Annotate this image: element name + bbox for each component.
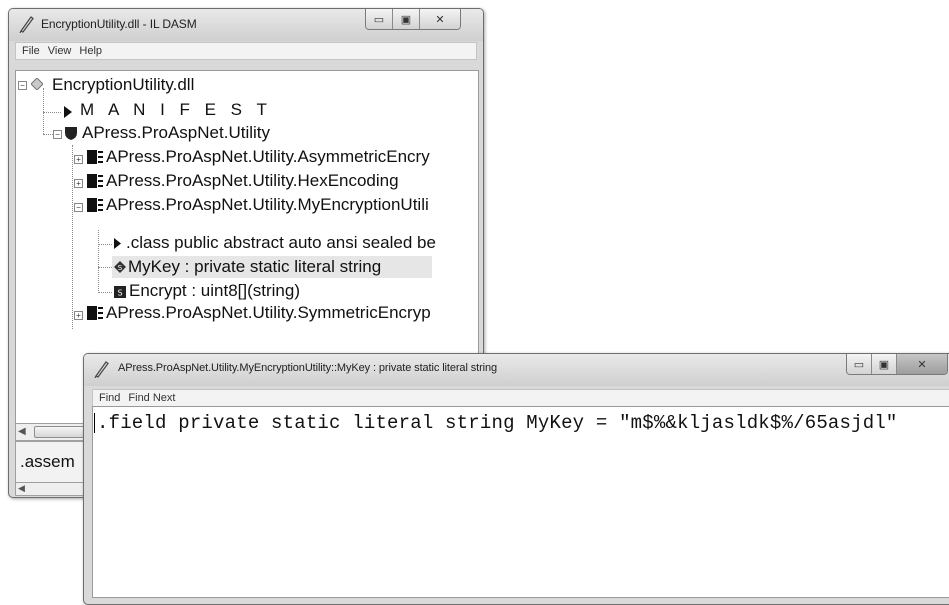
minimize-button[interactable]: ▭ (366, 9, 392, 29)
minimize-icon: ▭ (373, 13, 385, 26)
menu-view[interactable]: View (48, 45, 72, 57)
close-button[interactable]: ✕ (419, 9, 460, 29)
svg-text:S: S (118, 264, 123, 272)
maximize-icon: ▣ (400, 13, 412, 26)
pen-icon (94, 361, 109, 378)
minimize-button[interactable]: ▭ (847, 354, 871, 374)
menu-bar: Find Find Next (92, 389, 949, 407)
maximize-button[interactable]: ▣ (871, 354, 896, 374)
il-code-line: .field private static literal string MyK… (97, 412, 898, 434)
static-field-icon: S (114, 261, 126, 273)
menu-file[interactable]: File (22, 45, 40, 57)
expand-toggle[interactable]: + (74, 311, 83, 320)
scroll-left-icon[interactable]: ◀ (18, 483, 25, 494)
triangle-right-icon (64, 106, 72, 118)
expand-toggle[interactable]: + (74, 155, 83, 164)
tree-line (43, 112, 61, 113)
collapse-toggle[interactable]: − (74, 203, 83, 212)
menu-bar: File View Help (15, 42, 477, 60)
disassembly-window: APress.ProAspNet.Utility.MyEncryptionUti… (83, 353, 949, 605)
menu-find[interactable]: Find (99, 392, 120, 404)
code-view[interactable]: .field private static literal string MyK… (92, 406, 949, 598)
tree-line (98, 267, 112, 268)
tree-line (98, 244, 112, 245)
tree-line (43, 88, 44, 134)
tree-line (98, 230, 99, 293)
menu-help[interactable]: Help (79, 45, 102, 57)
close-button[interactable]: ✕ (896, 354, 947, 374)
scroll-left-icon[interactable]: ◀ (18, 426, 26, 437)
window-title: EncryptionUtility.dll - IL DASM (41, 17, 197, 31)
assembly-diamond-icon (31, 78, 43, 90)
close-icon: ✕ (917, 358, 927, 371)
tree-line (98, 292, 112, 293)
close-icon: ✕ (435, 13, 445, 26)
title-bar[interactable]: APress.ProAspNet.Utility.MyEncryptionUti… (84, 354, 949, 386)
maximize-button[interactable]: ▣ (392, 9, 419, 29)
maximize-icon: ▣ (878, 358, 890, 371)
svg-text:S: S (117, 289, 122, 298)
class-icon (87, 198, 103, 212)
tree-node-field-mykey[interactable]: S MyKey : private static literal string (112, 256, 432, 278)
static-method-icon: S (114, 286, 126, 298)
minimize-icon: ▭ (853, 358, 865, 371)
class-icon (87, 174, 103, 188)
collapse-toggle[interactable]: − (18, 81, 27, 90)
menu-find-next[interactable]: Find Next (128, 392, 175, 404)
pen-icon (19, 16, 34, 33)
class-icon (87, 306, 103, 320)
class-icon (87, 150, 103, 164)
collapse-toggle[interactable]: − (53, 130, 62, 139)
text-caret (94, 413, 95, 433)
expand-toggle[interactable]: + (74, 179, 83, 188)
window-title: APress.ProAspNet.Utility.MyEncryptionUti… (118, 362, 498, 374)
title-bar[interactable]: EncryptionUtility.dll - IL DASM ▭ ▣ ✕ (9, 9, 483, 41)
triangle-right-icon (114, 238, 121, 249)
namespace-shield-icon (65, 127, 77, 140)
tree-line (72, 145, 73, 329)
